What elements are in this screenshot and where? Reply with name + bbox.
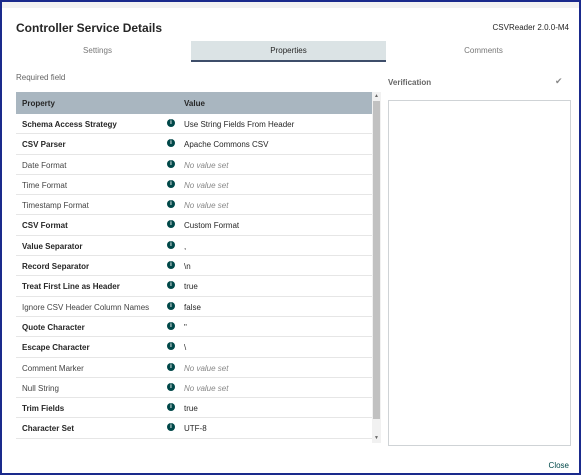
info-circle-icon[interactable]: i (167, 403, 175, 412)
tab-properties[interactable]: Properties (191, 41, 386, 62)
verification-label: Verification (388, 78, 432, 87)
property-value[interactable]: true (184, 282, 198, 291)
info-circle-icon[interactable]: i (167, 261, 175, 270)
property-value[interactable]: \ (184, 343, 186, 352)
table-row[interactable]: Value Separator i, (16, 236, 372, 257)
info-circle-icon[interactable]: i (167, 342, 175, 351)
property-name: Trim Fields (22, 404, 65, 414)
verification-panel (388, 100, 571, 446)
property-name: Character Set (22, 424, 75, 434)
info-circle-icon[interactable]: i (167, 362, 175, 371)
table-row[interactable]: Trim Fields i true (16, 398, 372, 419)
dialog-title: Controller Service Details (16, 21, 163, 35)
controller-service-dialog: Controller Service Details CSVReader 2.0… (0, 0, 581, 475)
property-value[interactable]: , (184, 242, 186, 251)
info-circle-icon[interactable]: i (167, 423, 175, 432)
property-value[interactable]: Apache Commons CSV (184, 140, 268, 149)
check-icon[interactable]: ✔ (555, 76, 563, 87)
table-row[interactable]: Comment Marker i No value set (16, 358, 372, 378)
scrollbar-thumb[interactable] (373, 101, 380, 419)
tab-bar: Settings Properties Comments (2, 41, 579, 62)
property-name: CSV Format (22, 221, 68, 231)
info-circle-icon[interactable]: i (167, 179, 175, 188)
table-row[interactable]: CSV Parser i Apache Commons CSV (16, 134, 372, 155)
table-header: Property Value (16, 92, 372, 114)
property-name: Record Separator (22, 262, 90, 272)
table-row[interactable]: Treat First Line as Header i true (16, 276, 372, 297)
property-name: Null String (22, 383, 59, 393)
table-row[interactable]: Date Format i No value set (16, 155, 372, 175)
property-value[interactable]: UTF-8 (184, 424, 207, 433)
property-value[interactable]: Custom Format (184, 221, 239, 230)
property-name: Quote Character (22, 322, 85, 332)
info-circle-icon[interactable]: i (167, 321, 175, 330)
property-name: Date Format (22, 160, 67, 170)
info-circle-icon[interactable]: i (167, 301, 175, 310)
property-name: Ignore CSV Header Column Names (22, 302, 150, 312)
background-strip (2, 2, 579, 8)
tab-comments[interactable]: Comments (388, 41, 579, 61)
table-row[interactable]: Time Format i No value set (16, 175, 372, 196)
table-row[interactable]: Null String i No value set (16, 378, 372, 399)
property-value[interactable]: No value set (184, 181, 228, 190)
property-name: Comment Marker (22, 363, 84, 373)
property-value[interactable]: true (184, 404, 198, 413)
table-row[interactable]: CSV Format i Custom Format (16, 215, 372, 236)
table-row[interactable]: Schema Access Strategy i Use String Fields… (16, 114, 372, 135)
property-value[interactable]: " (184, 323, 187, 332)
required-field-note: Required field (16, 73, 66, 82)
properties-table: Property Value Schema Access Strategy i Us… (16, 92, 381, 443)
property-value[interactable]: No value set (184, 201, 228, 210)
table-body: Schema Access Strategy i Use String Fields… (16, 114, 372, 439)
property-name: Time Format (22, 180, 68, 190)
info-circle-icon[interactable]: i (167, 382, 175, 391)
property-value[interactable]: No value set (184, 161, 228, 170)
property-value[interactable]: No value set (184, 384, 228, 393)
table-row[interactable]: Character Set i UTF-8 (16, 418, 372, 439)
info-circle-icon[interactable]: i (167, 159, 175, 168)
info-circle-icon[interactable]: i (167, 281, 175, 290)
close-button[interactable]: Close (549, 461, 569, 470)
header-property: Property (22, 99, 55, 108)
info-circle-icon[interactable]: i (167, 240, 175, 249)
property-name: Treat First Line as Header (22, 282, 120, 292)
property-name: CSV Parser (22, 140, 66, 150)
property-name: Escape Character (22, 343, 90, 353)
property-value[interactable]: false (184, 303, 201, 312)
property-value[interactable]: No value set (184, 364, 228, 373)
table-row[interactable]: Timestamp Format i No value set (16, 195, 372, 216)
info-circle-icon[interactable]: i (167, 119, 175, 127)
property-name: Value Separator (22, 241, 83, 251)
table-scrollbar[interactable]: ▲ ▼ (372, 92, 381, 443)
header-value: Value (184, 99, 205, 108)
table-row[interactable]: Quote Character i " (16, 317, 372, 338)
table-row[interactable]: Escape Character i \ (16, 337, 372, 358)
table-row[interactable]: Ignore CSV Header Column Names i false (16, 297, 372, 317)
info-circle-icon[interactable]: i (167, 220, 175, 229)
property-value[interactable]: Use String Fields From Header (184, 120, 294, 129)
tab-settings[interactable]: Settings (2, 41, 193, 61)
service-version: CSVReader 2.0.0-M4 (492, 23, 569, 32)
scroll-down-arrow-icon[interactable]: ▼ (372, 434, 381, 443)
property-name: Schema Access Strategy (22, 120, 117, 129)
info-circle-icon[interactable]: i (167, 200, 175, 209)
scroll-up-arrow-icon[interactable]: ▲ (372, 92, 381, 101)
property-value[interactable]: \n (184, 262, 191, 271)
property-name: Timestamp Format (22, 201, 89, 211)
table-row[interactable]: Record Separator i \n (16, 256, 372, 277)
info-circle-icon[interactable]: i (167, 139, 175, 148)
